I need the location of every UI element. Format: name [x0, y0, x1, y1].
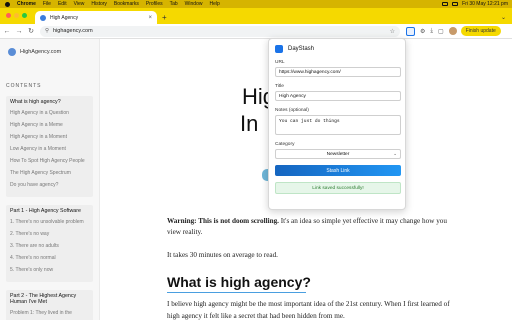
- toc-link[interactable]: Problem 1: They lived in the: [10, 310, 89, 317]
- toc-link[interactable]: High Agency in a Question: [10, 110, 89, 117]
- notes-label: Notes (optional): [275, 108, 309, 113]
- menu-tab[interactable]: Tab: [170, 1, 178, 7]
- menu-history[interactable]: History: [91, 1, 107, 7]
- toc-link[interactable]: 3. There are no adults: [10, 243, 89, 250]
- extensions-icon[interactable]: ⚙: [420, 28, 425, 35]
- popup-header: DayStash: [275, 45, 399, 53]
- sidepanel-icon[interactable]: ▢: [438, 28, 444, 35]
- apple-icon[interactable]: [5, 1, 10, 7]
- menu-window[interactable]: Window: [185, 1, 203, 7]
- url-label: URL: [275, 60, 285, 65]
- toc-link[interactable]: High Agency in a Moment: [10, 134, 89, 141]
- bookmark-star-icon[interactable]: ☆: [390, 28, 395, 35]
- toc-link[interactable]: 4. There's no normal: [10, 255, 89, 262]
- tab-strip: High Agency × + ⌄: [0, 8, 512, 24]
- menu-view[interactable]: View: [74, 1, 85, 7]
- success-message: Link saved successfully!: [275, 182, 401, 194]
- toc-link[interactable]: The High Agency Spectrum: [10, 170, 89, 177]
- reload-icon[interactable]: ↻: [26, 27, 36, 35]
- category-selected: Newsletter: [326, 151, 350, 157]
- toc-section-3: Part 2 - The Highest Agency Human I've M…: [6, 290, 93, 320]
- stash-link-button[interactable]: Stash Link: [275, 165, 401, 176]
- window-controls: [6, 13, 27, 18]
- toc-link[interactable]: 5. There's only now: [10, 267, 89, 274]
- read-time: It takes 30 minutes on average to read.: [167, 251, 278, 259]
- heading-underline: [167, 292, 306, 293]
- battery-icon[interactable]: [442, 2, 449, 6]
- toc-link[interactable]: High Agency in a Meme: [10, 122, 89, 129]
- menu-file[interactable]: File: [43, 1, 51, 7]
- favicon-icon: [40, 14, 46, 21]
- finish-update-button[interactable]: Finish update: [460, 26, 501, 36]
- downloads-icon[interactable]: ⤓: [430, 28, 433, 35]
- contents-heading: CONTENTS: [6, 83, 42, 89]
- toc-link[interactable]: Low Agency in a Moment: [10, 146, 89, 153]
- site-brand[interactable]: HighAgency.com: [0, 39, 99, 56]
- toc-section-1: What is high agency? High Agency in a Qu…: [6, 96, 93, 197]
- popup-title: DayStash: [288, 46, 315, 52]
- section-heading: What is high agency?: [167, 274, 311, 290]
- minimize-window-icon[interactable]: [14, 13, 19, 18]
- hero-title-line-2: In: [240, 111, 259, 136]
- toc-sidebar: HighAgency.com CONTENTS What is high age…: [0, 39, 100, 320]
- macos-menu-bar: Chrome File Edit View History Bookmarks …: [0, 0, 512, 8]
- body-paragraph: I believe high agency might be the most …: [167, 300, 450, 320]
- site-logo-icon: [8, 48, 16, 56]
- title-label: Title: [275, 84, 284, 89]
- maximize-window-icon[interactable]: [22, 13, 27, 18]
- toc-link[interactable]: Part 1 - High Agency Software: [10, 208, 89, 214]
- toc-link[interactable]: How To Spot High Agency People: [10, 158, 89, 165]
- title-field[interactable]: High Agency: [275, 91, 401, 101]
- toc-link[interactable]: 2. There's no way: [10, 231, 89, 238]
- site-info-icon[interactable]: ⚲: [45, 28, 49, 34]
- address-bar-url[interactable]: highagency.com: [53, 28, 93, 34]
- tab-search-icon[interactable]: ⌄: [501, 14, 506, 21]
- daystash-extension-icon[interactable]: [406, 26, 415, 36]
- web-page: HighAgency.com CONTENTS What is high age…: [0, 39, 512, 320]
- tab-high-agency[interactable]: High Agency ×: [35, 11, 157, 24]
- back-icon[interactable]: ←: [2, 28, 12, 35]
- toc-link[interactable]: Do you have agency?: [10, 182, 89, 189]
- daystash-popup: DayStash URL https://www.highagency.com/…: [268, 38, 406, 210]
- toc-link[interactable]: What is high agency?: [10, 99, 89, 105]
- menu-chrome[interactable]: Chrome: [17, 1, 36, 7]
- warning-bold: Warning: This is not doom scrolling.: [167, 217, 279, 225]
- toc-link[interactable]: Part 2 - The Highest Agency Human I've M…: [10, 293, 89, 305]
- category-select[interactable]: Newsletter ⌄: [275, 149, 401, 159]
- wifi-icon[interactable]: [452, 2, 459, 6]
- forward-icon[interactable]: →: [14, 28, 24, 35]
- warning-paragraph: Warning: This is not doom scrolling. It'…: [167, 216, 449, 238]
- brand-name: HighAgency.com: [20, 49, 62, 55]
- browser-toolbar: ← → ↻ ⚲ highagency.com ☆ ⚙ ⤓ ▢ Finish up…: [0, 24, 512, 39]
- menu-bookmarks[interactable]: Bookmarks: [114, 1, 139, 7]
- url-field[interactable]: https://www.highagency.com/: [275, 67, 401, 77]
- menubar-clock[interactable]: Fri 30 May 12:21 pm: [462, 1, 508, 7]
- menu-help[interactable]: Help: [209, 1, 219, 7]
- tab-title: High Agency: [50, 14, 79, 21]
- profile-avatar[interactable]: [448, 27, 457, 35]
- menu-profiles[interactable]: Profiles: [146, 1, 163, 7]
- new-tab-icon[interactable]: +: [162, 13, 167, 22]
- daystash-logo-icon: [275, 45, 283, 53]
- notes-field[interactable]: You can just do things: [275, 115, 401, 135]
- chevron-down-icon: ⌄: [393, 151, 397, 156]
- close-window-icon[interactable]: [6, 13, 11, 18]
- toc-link[interactable]: 1. There's no unsolvable problem: [10, 219, 89, 226]
- tab-close-icon[interactable]: ×: [148, 15, 152, 21]
- toc-section-2: Part 1 - High Agency Software 1. There's…: [6, 205, 93, 282]
- menu-edit[interactable]: Edit: [58, 1, 67, 7]
- address-bar[interactable]: ⚲ highagency.com ☆: [40, 25, 400, 37]
- category-label: Category: [275, 142, 295, 147]
